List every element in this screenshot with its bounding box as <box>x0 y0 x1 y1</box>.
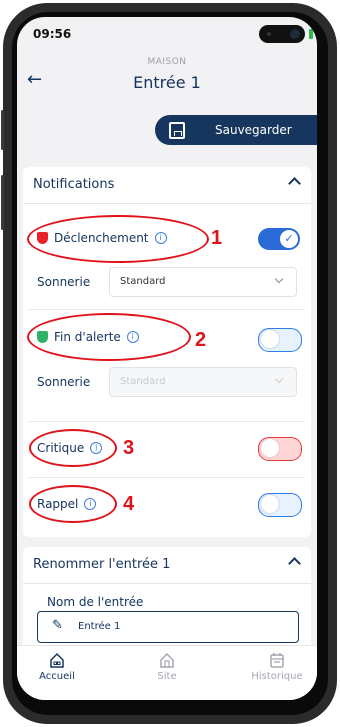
nav-label: Site <box>157 671 177 682</box>
annotation-number: 4 <box>123 493 135 515</box>
annotation-ellipse <box>29 485 117 523</box>
divider <box>29 421 305 422</box>
sonnerie-select[interactable]: Standard <box>109 267 297 297</box>
nav-label: Historique <box>251 671 303 682</box>
annotation-ellipse <box>29 429 117 467</box>
save-icon <box>169 122 185 139</box>
trigger-toggle[interactable]: ✓ <box>258 228 300 250</box>
critical-toggle[interactable] <box>258 437 302 461</box>
annotation-ellipse <box>27 313 191 361</box>
toggle-knob <box>261 330 279 348</box>
camera-cutout <box>259 25 305 43</box>
nav-label: Accueil <box>39 671 75 682</box>
rename-title: Renommer l'entrée 1 <box>33 557 171 572</box>
toggle-knob <box>261 439 279 457</box>
divider <box>29 309 305 310</box>
toggle-knob <box>261 495 279 513</box>
annotation-number: 3 <box>123 437 135 459</box>
divider <box>29 477 305 478</box>
sonnerie-value: Standard <box>120 276 166 287</box>
chevron-up-icon[interactable] <box>288 177 301 190</box>
chevron-down-icon <box>274 274 284 284</box>
sonnerie-label: Sonnerie <box>37 375 91 389</box>
annotation-number: 1 <box>211 227 223 249</box>
breadcrumb: MAISON <box>147 57 187 67</box>
app-screen: 09:56 ← MAISON Entrée 1 Sauvegarder Noti… <box>17 17 317 700</box>
pencil-icon: ✎ <box>52 618 63 633</box>
notifications-title: Notifications <box>33 177 115 192</box>
check-icon: ✓ <box>280 230 298 248</box>
nav-item-historique[interactable]: Historique <box>237 652 317 682</box>
entry-name-label: Nom de l'entrée <box>47 595 144 609</box>
side-button <box>1 110 4 150</box>
chevron-up-icon[interactable] <box>288 557 301 570</box>
page-title: Entrée 1 <box>133 73 201 92</box>
entry-name-input[interactable]: ✎ Entrée 1 <box>37 611 299 643</box>
save-button-label: Sauvegarder <box>215 123 292 137</box>
side-button <box>1 175 4 230</box>
notifications-card: Notifications Déclenchement i 1 ✓ Sonner… <box>23 167 311 537</box>
status-time: 09:56 <box>33 27 72 41</box>
bottom-nav: Accueil Site Historique <box>17 645 317 700</box>
rename-card: Renommer l'entrée 1 Nom de l'entrée ✎ En… <box>23 547 311 657</box>
calendar-icon <box>270 653 284 668</box>
sonnerie-select-disabled[interactable]: Standard <box>109 367 297 397</box>
house-icon <box>160 652 174 668</box>
annotation-ellipse <box>27 215 209 263</box>
battery-icon <box>309 29 313 39</box>
nav-item-accueil[interactable]: Accueil <box>17 652 97 682</box>
save-button[interactable]: Sauvegarder <box>155 115 317 145</box>
chevron-down-icon <box>274 374 284 384</box>
sonnerie-label: Sonnerie <box>37 275 91 289</box>
rename-header[interactable]: Renommer l'entrée 1 <box>23 547 311 584</box>
reminder-toggle[interactable] <box>258 493 302 517</box>
home-icon <box>50 652 64 668</box>
annotation-number: 2 <box>195 329 207 351</box>
sonnerie-value: Standard <box>120 376 166 387</box>
end-alert-toggle[interactable] <box>258 328 302 352</box>
notifications-header[interactable]: Notifications <box>23 167 311 204</box>
nav-item-site[interactable]: Site <box>127 652 207 682</box>
entry-name-value: Entrée 1 <box>78 621 121 632</box>
